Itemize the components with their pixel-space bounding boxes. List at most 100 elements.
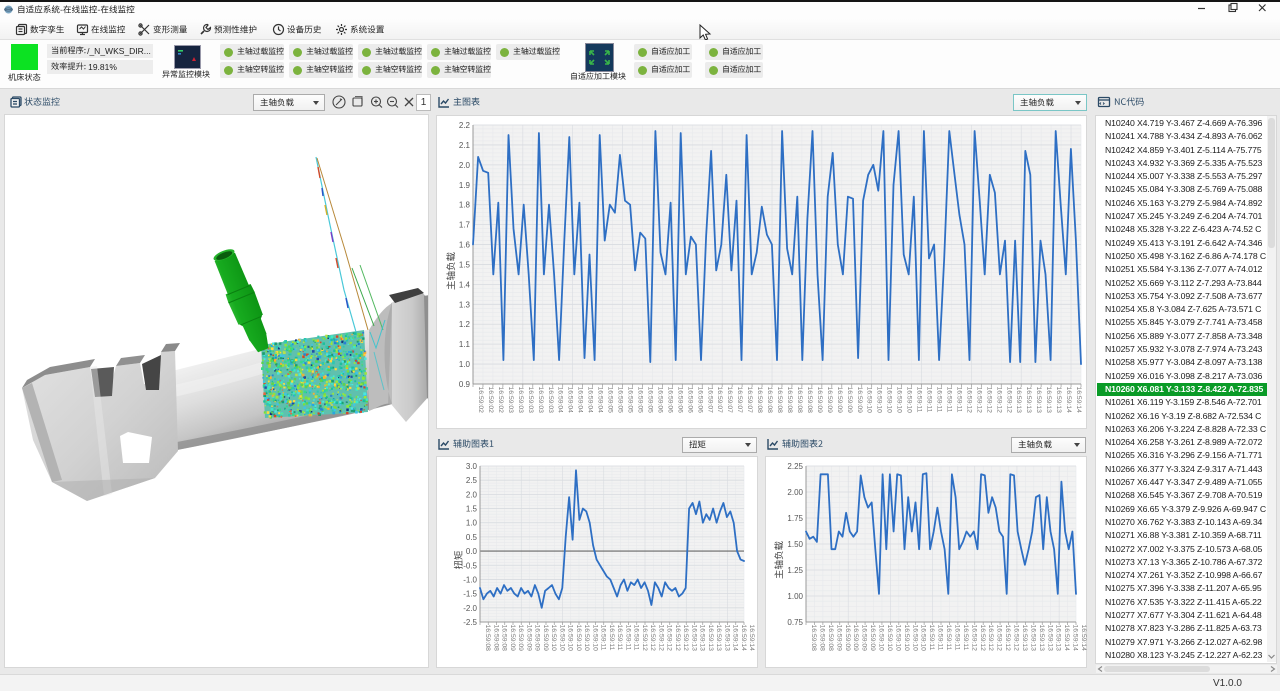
svg-text:16:59:13: 16:59:13 <box>1046 625 1053 652</box>
svg-text:16:59:10: 16:59:10 <box>866 387 873 414</box>
svg-text:16:59:09: 16:59:09 <box>542 625 549 652</box>
svg-text:16:59:14: 16:59:14 <box>748 625 755 652</box>
svg-text:16:59:11: 16:59:11 <box>926 387 933 413</box>
svg-text:16:59:07: 16:59:07 <box>706 387 713 414</box>
svg-text:16:59:13: 16:59:13 <box>1055 625 1062 652</box>
svg-text:16:59:10: 16:59:10 <box>886 387 893 414</box>
svg-text:16:59:07: 16:59:07 <box>726 387 733 414</box>
svg-text:16:59:10: 16:59:10 <box>876 387 883 414</box>
svg-text:16:59:14: 16:59:14 <box>1063 625 1070 652</box>
svg-text:2.2: 2.2 <box>459 121 471 130</box>
svg-text:16:59:05: 16:59:05 <box>627 387 634 414</box>
svg-text:16:59:10: 16:59:10 <box>558 625 565 652</box>
svg-text:2.0: 2.0 <box>466 490 478 499</box>
svg-text:16:59:14: 16:59:14 <box>1075 387 1082 414</box>
svg-text:16:59:14: 16:59:14 <box>1072 625 1079 652</box>
svg-text:16:59:02: 16:59:02 <box>477 387 484 414</box>
svg-text:16:59:05: 16:59:05 <box>646 387 653 414</box>
svg-text:16:59:12: 16:59:12 <box>985 387 992 414</box>
svg-text:16:59:09: 16:59:09 <box>835 625 842 652</box>
svg-text:16:59:10: 16:59:10 <box>878 625 885 652</box>
svg-text:16:59:11: 16:59:11 <box>955 387 962 413</box>
svg-text:16:59:06: 16:59:06 <box>656 387 663 414</box>
svg-text:16:59:12: 16:59:12 <box>1013 625 1020 652</box>
svg-text:16:59:10: 16:59:10 <box>583 625 590 652</box>
svg-text:16:59:11: 16:59:11 <box>953 625 960 651</box>
svg-text:16:59:11: 16:59:11 <box>928 625 935 651</box>
svg-text:-2.5: -2.5 <box>463 618 477 627</box>
svg-text:16:59:13: 16:59:13 <box>1021 625 1028 652</box>
svg-text:16:59:11: 16:59:11 <box>962 625 969 651</box>
svg-text:16:59:13: 16:59:13 <box>1035 387 1042 414</box>
svg-text:16:59:08: 16:59:08 <box>484 625 491 652</box>
svg-text:16:59:02: 16:59:02 <box>487 387 494 414</box>
svg-text:16:59:12: 16:59:12 <box>1005 387 1012 414</box>
svg-text:16:59:08: 16:59:08 <box>766 387 773 414</box>
svg-text:16:59:12: 16:59:12 <box>975 387 982 414</box>
svg-text:16:59:11: 16:59:11 <box>600 625 607 651</box>
svg-text:16:59:08: 16:59:08 <box>776 387 783 414</box>
svg-text:1.7: 1.7 <box>459 221 471 230</box>
svg-text:16:59:13: 16:59:13 <box>699 625 706 652</box>
svg-text:16:59:12: 16:59:12 <box>1004 625 1011 652</box>
svg-text:16:59:07: 16:59:07 <box>746 387 753 414</box>
svg-text:16:59:06: 16:59:06 <box>676 387 683 414</box>
svg-text:16:59:11: 16:59:11 <box>633 625 640 651</box>
svg-text:16:59:14: 16:59:14 <box>1065 387 1072 414</box>
svg-text:16:59:08: 16:59:08 <box>786 387 793 414</box>
svg-text:16:59:10: 16:59:10 <box>911 625 918 652</box>
svg-text:3.0: 3.0 <box>466 462 478 471</box>
svg-text:2.25: 2.25 <box>787 462 803 471</box>
svg-text:16:59:11: 16:59:11 <box>916 387 923 413</box>
svg-text:16:59:09: 16:59:09 <box>852 625 859 652</box>
svg-text:16:59:03: 16:59:03 <box>507 387 514 414</box>
svg-text:1.3: 1.3 <box>459 300 471 309</box>
svg-text:-2.0: -2.0 <box>463 604 477 613</box>
svg-text:16:59:12: 16:59:12 <box>970 625 977 652</box>
svg-text:16:59:09: 16:59:09 <box>861 625 868 652</box>
svg-text:16:59:13: 16:59:13 <box>1055 387 1062 414</box>
svg-text:16:59:12: 16:59:12 <box>657 625 664 652</box>
svg-text:1.8: 1.8 <box>459 201 471 210</box>
svg-text:16:59:10: 16:59:10 <box>575 625 582 652</box>
svg-text:2.0: 2.0 <box>459 161 471 170</box>
svg-text:16:59:11: 16:59:11 <box>937 625 944 651</box>
svg-text:0.9: 0.9 <box>459 380 471 389</box>
svg-text:16:59:08: 16:59:08 <box>501 625 508 652</box>
svg-text:16:59:12: 16:59:12 <box>666 625 673 652</box>
svg-text:16:59:11: 16:59:11 <box>624 625 631 651</box>
svg-text:16:59:03: 16:59:03 <box>527 387 534 414</box>
svg-text:16:59:10: 16:59:10 <box>591 625 598 652</box>
svg-text:1.6: 1.6 <box>459 241 471 250</box>
svg-text:2.1: 2.1 <box>459 141 471 150</box>
svg-text:2.5: 2.5 <box>466 476 478 485</box>
svg-text:16:59:12: 16:59:12 <box>979 625 986 652</box>
svg-text:1.0: 1.0 <box>459 360 471 369</box>
svg-text:1.2: 1.2 <box>459 320 471 329</box>
svg-text:16:59:07: 16:59:07 <box>736 387 743 414</box>
svg-text:16:59:12: 16:59:12 <box>996 625 1003 652</box>
svg-text:16:59:12: 16:59:12 <box>965 387 972 414</box>
svg-text:16:59:13: 16:59:13 <box>1015 387 1022 414</box>
svg-text:16:59:04: 16:59:04 <box>587 387 594 414</box>
svg-text:16:59:04: 16:59:04 <box>577 387 584 414</box>
svg-text:1.5: 1.5 <box>466 505 478 514</box>
svg-text:16:59:10: 16:59:10 <box>896 387 903 414</box>
svg-text:16:59:09: 16:59:09 <box>816 387 823 414</box>
svg-text:16:59:05: 16:59:05 <box>617 387 624 414</box>
svg-text:16:59:13: 16:59:13 <box>1025 387 1032 414</box>
svg-text:16:59:06: 16:59:06 <box>666 387 673 414</box>
svg-text:16:59:04: 16:59:04 <box>567 387 574 414</box>
svg-text:16:59:08: 16:59:08 <box>827 625 834 652</box>
svg-text:16:59:13: 16:59:13 <box>690 625 697 652</box>
svg-text:16:59:09: 16:59:09 <box>836 387 843 414</box>
svg-text:16:59:10: 16:59:10 <box>886 625 893 652</box>
svg-text:-1.0: -1.0 <box>463 575 477 584</box>
svg-text:16:59:09: 16:59:09 <box>856 387 863 414</box>
svg-text:16:59:13: 16:59:13 <box>1045 387 1052 414</box>
svg-text:16:59:10: 16:59:10 <box>567 625 574 652</box>
svg-text:16:59:08: 16:59:08 <box>806 387 813 414</box>
svg-text:16:59:11: 16:59:11 <box>616 625 623 651</box>
svg-text:16:59:13: 16:59:13 <box>707 625 714 652</box>
svg-text:16:59:04: 16:59:04 <box>557 387 564 414</box>
